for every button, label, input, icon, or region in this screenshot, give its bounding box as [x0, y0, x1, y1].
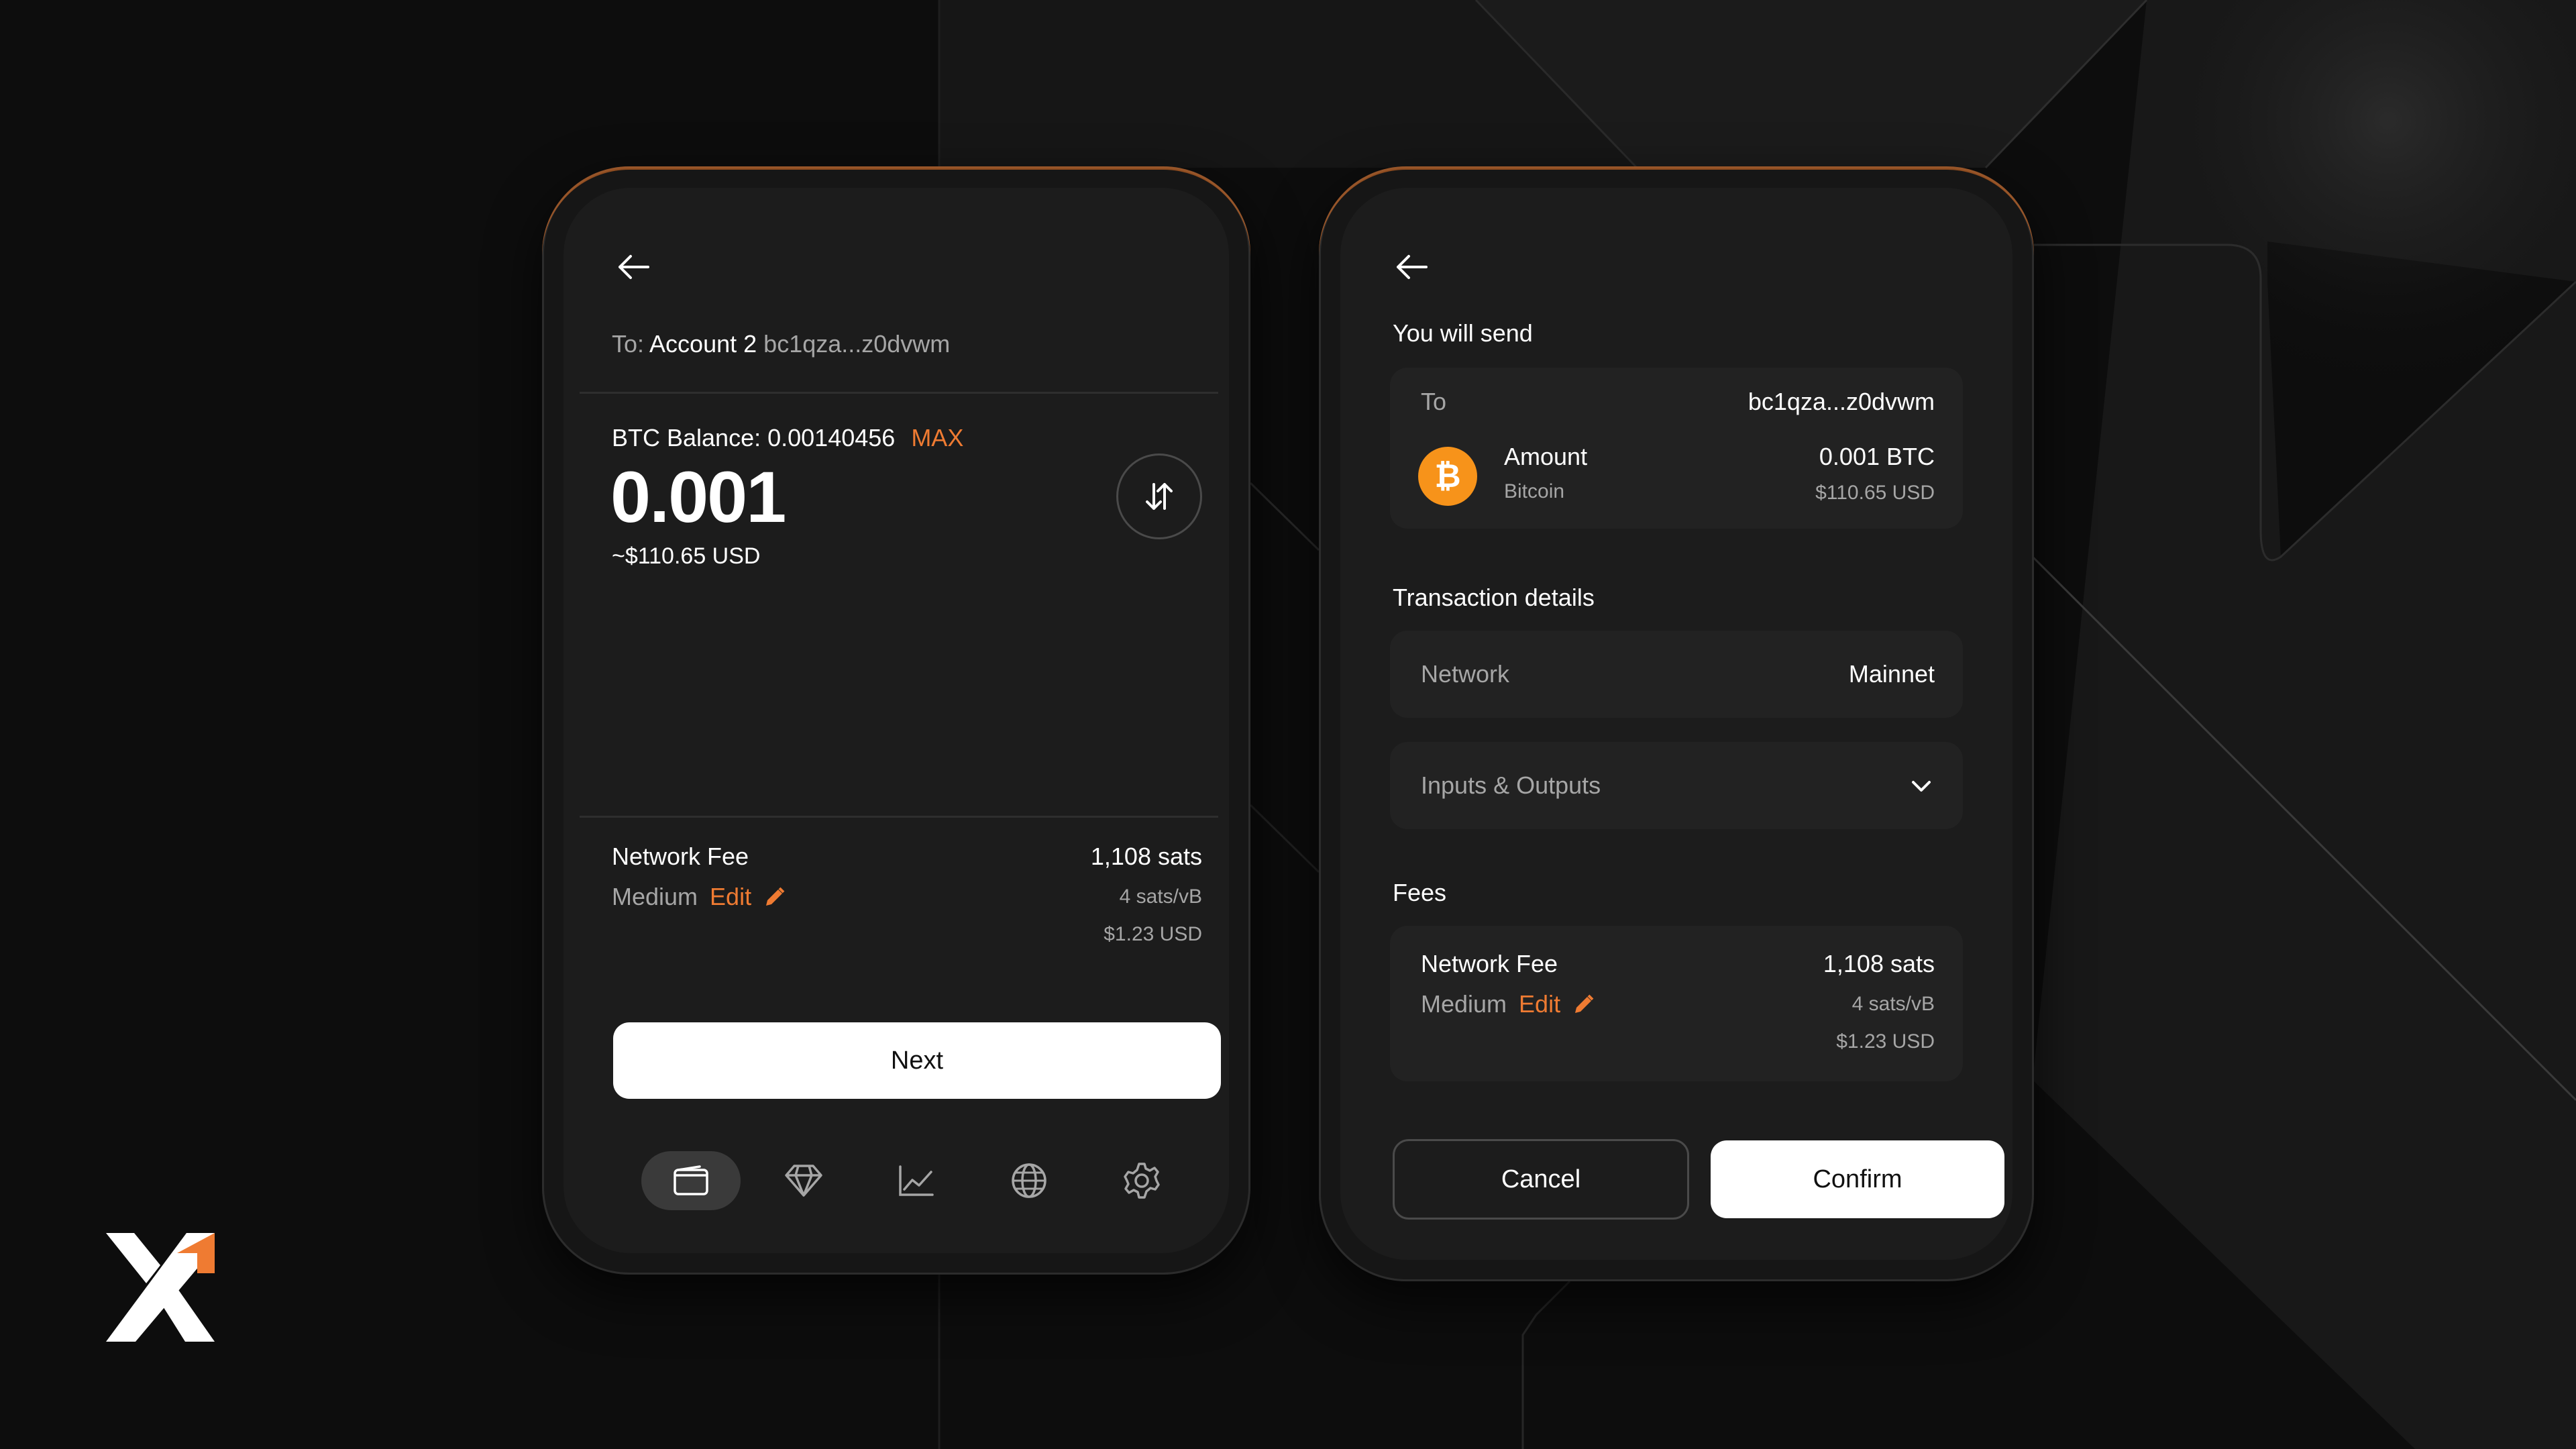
btc-balance: BTC Balance: 0.00140456 — [612, 424, 896, 451]
review-send-screen: You will send To bc1qza...z0dvwm ₿ Amoun… — [1340, 188, 2012, 1260]
asset-name: Bitcoin — [1504, 480, 1565, 502]
fee-speed: Medium — [1421, 990, 1507, 1018]
fee-sats: 1,108 sats — [1823, 950, 1935, 977]
fees-heading: Fees — [1393, 879, 1447, 906]
brand-logo — [106, 1233, 215, 1342]
confirm-button[interactable]: Confirm — [1711, 1140, 2004, 1218]
bottom-nav — [641, 1151, 1191, 1210]
fee-speed-row: Medium Edit — [612, 883, 786, 911]
you-will-send-heading: You will send — [1393, 319, 1533, 347]
inputs-outputs-row[interactable]: Inputs & Outputs — [1390, 742, 1963, 829]
bitcoin-icon: ₿ — [1418, 447, 1477, 506]
swap-currency-button[interactable] — [1116, 453, 1202, 539]
pencil-icon[interactable] — [1572, 993, 1595, 1016]
send-summary-card: To bc1qza...z0dvwm ₿ Amount Bitcoin 0.00… — [1390, 368, 1963, 529]
recipient-address: bc1qza...z0dvwm — [763, 330, 951, 358]
fees-card: Network Fee Medium Edit 1,108 sats 4 sat… — [1390, 926, 1963, 1081]
review-send-phone: You will send To bc1qza...z0dvwm ₿ Amoun… — [1319, 166, 2034, 1281]
next-button[interactable]: Next — [613, 1022, 1221, 1099]
amount-input[interactable]: 0.001 — [610, 455, 786, 539]
fee-title: Network Fee — [1421, 950, 1558, 977]
pencil-icon[interactable] — [763, 885, 786, 908]
recipient-account: Account 2 — [649, 330, 757, 358]
nav-wallet[interactable] — [641, 1151, 741, 1210]
inputs-outputs-label: Inputs & Outputs — [1421, 771, 1601, 799]
fee-rate: 4 sats/vB — [1119, 885, 1202, 908]
network-value: Mainnet — [1848, 660, 1935, 688]
fee-usd: $1.23 USD — [1836, 1030, 1935, 1053]
recipient-line: To: Account 2 bc1qza...z0dvwm — [612, 330, 950, 358]
nav-earn[interactable] — [754, 1151, 853, 1210]
wallet-icon — [674, 1165, 708, 1195]
nav-explore[interactable] — [979, 1151, 1079, 1210]
fee-speed: Medium — [612, 883, 698, 910]
network-label: Network — [1421, 660, 1510, 688]
to-prefix: To: — [612, 330, 645, 358]
diamond-icon — [785, 1165, 822, 1197]
transaction-details-heading: Transaction details — [1393, 584, 1595, 611]
fee-speed-row: Medium Edit — [1421, 990, 1595, 1018]
max-button[interactable]: MAX — [911, 424, 963, 451]
fee-usd: $1.23 USD — [1104, 923, 1202, 945]
amount-usd: ~$110.65 USD — [612, 543, 761, 569]
chart-icon — [899, 1165, 934, 1196]
globe-icon — [1012, 1163, 1046, 1198]
amount-usd: $110.65 USD — [1815, 482, 1935, 504]
network-row: Network Mainnet — [1390, 631, 1963, 718]
divider — [580, 392, 1218, 394]
fee-rate: 4 sats/vB — [1851, 993, 1935, 1015]
edit-fee-button[interactable]: Edit — [1519, 990, 1560, 1018]
fee-sats: 1,108 sats — [1090, 843, 1202, 870]
nav-markets[interactable] — [867, 1151, 966, 1210]
balance-line: BTC Balance: 0.00140456 MAX — [612, 424, 963, 452]
back-arrow-icon[interactable] — [616, 254, 651, 280]
fee-title: Network Fee — [612, 843, 749, 870]
amount-btc: 0.001 BTC — [1819, 443, 1935, 470]
amount-label: Amount — [1504, 443, 1588, 470]
divider — [580, 816, 1218, 818]
background-pattern — [0, 0, 2576, 1449]
send-amount-screen: To: Account 2 bc1qza...z0dvwm BTC Balanc… — [564, 188, 1229, 1253]
svg-text:₿: ₿ — [1434, 458, 1460, 495]
send-amount-phone: To: Account 2 bc1qza...z0dvwm BTC Balanc… — [542, 166, 1250, 1275]
nav-settings[interactable] — [1092, 1151, 1191, 1210]
chevron-down-icon[interactable] — [1908, 773, 1935, 803]
to-label: To — [1421, 388, 1447, 415]
swap-arrows-icon — [1146, 483, 1173, 510]
edit-fee-button[interactable]: Edit — [710, 883, 751, 911]
recipient-address: bc1qza...z0dvwm — [1748, 388, 1935, 415]
gear-icon — [1124, 1163, 1160, 1199]
back-arrow-icon[interactable] — [1394, 254, 1429, 280]
cancel-button[interactable]: Cancel — [1393, 1139, 1689, 1220]
